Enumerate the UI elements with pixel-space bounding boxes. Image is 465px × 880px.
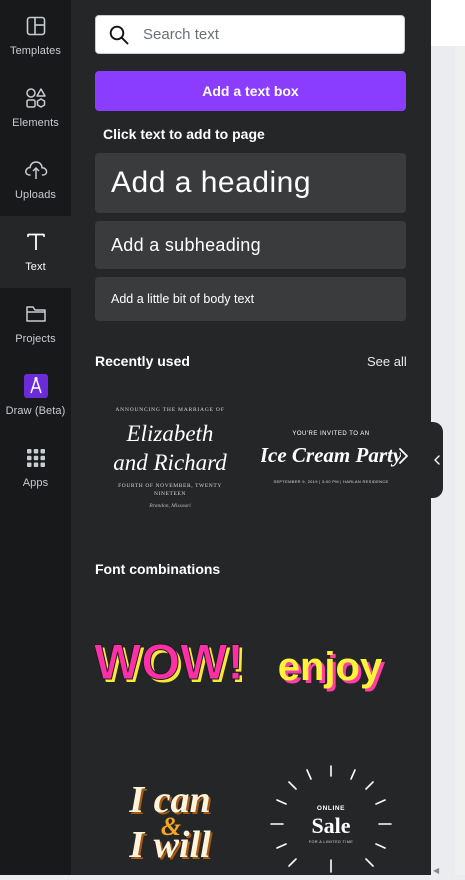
add-text-box-button[interactable]: Add a text box [95,71,406,111]
rail-item-label: Templates [9,45,62,57]
wedding-place: Brandon, Missouri [149,503,191,509]
rail-item-label: Text [25,261,46,273]
canvas-area [431,0,465,46]
draw-icon [23,374,48,398]
wedding-line2: and Richard [113,450,227,475]
search-input[interactable] [141,25,385,44]
wedding-kicker: ANNOUNCING THE MARRIAGE OF [115,407,224,413]
add-body-text-button[interactable]: Add a little bit of body text [95,277,406,321]
wedding-date: FOURTH OF NOVEMBER, TWENTY [118,483,222,489]
recent-template-wedding[interactable]: ANNOUNCING THE MARRIAGE OF Elizabeth and… [95,392,245,522]
apps-icon [24,446,48,470]
rail-item-projects[interactable]: Projects [0,288,71,360]
sale-title: Sale [311,813,350,838]
wow-text: WOW! [95,634,244,690]
search-icon [109,25,129,44]
rail-item-apps[interactable]: Apps [0,432,71,504]
see-all-link[interactable]: See all [367,354,407,369]
enjoy-text: enjoy [278,645,383,689]
recent-template-ice-cream[interactable]: YOU'RE INVITED TO AN Ice Cream Party SEP… [259,392,403,522]
click-text-hint: Click text to add to page [103,126,265,142]
projects-icon [24,302,48,326]
rail-item-text[interactable]: Text [0,216,71,288]
rail-item-label: Projects [15,333,56,345]
text-panel: Add a text box Click text to add to page… [71,0,431,875]
rail-item-templates[interactable]: Templates [0,0,71,72]
rail-item-uploads[interactable]: Uploads [0,144,71,216]
recently-used-title: Recently used [95,353,190,369]
rail-item-label: Elements [12,117,59,129]
scroll-left-icon[interactable]: ◀ [433,866,439,875]
text-icon [24,230,48,254]
sale-kicker: ONLINE [317,805,345,812]
chevron-left-icon [434,455,440,465]
ican-line3: I will [128,824,211,866]
elements-icon [24,86,48,110]
collapse-panel-button[interactable] [431,422,443,498]
party-details: SEPTEMBER 9, 2019 | 3:00 PM | HARLAN RES… [273,479,388,484]
uploads-icon [24,158,48,182]
rail-item-elements[interactable]: Elements [0,72,71,144]
font-combo-wow[interactable]: WOW! WOW! [94,600,247,730]
party-title: Ice Cream Party [261,443,401,467]
rail-item-label: Draw (Beta) [5,405,66,417]
rail-item-label: Uploads [14,189,57,201]
party-kicker: YOU'RE INVITED TO AN [292,431,369,437]
font-combo-i-can[interactable]: I can I can & I will I will [95,762,245,875]
font-combo-enjoy[interactable]: enjoy enjoy [261,600,401,730]
font-combinations-title: Font combinations [95,561,221,577]
templates-icon [24,14,48,38]
sale-sub: FOR A LIMITED TIME [309,840,354,844]
chevron-right-icon[interactable] [393,446,413,466]
font-combo-online-sale[interactable]: ONLINE Sale FOR A LIMITED TIME [261,762,401,875]
rail-item-label: Apps [22,477,49,489]
rail-item-draw[interactable]: Draw (Beta) [0,360,71,432]
wedding-date2: NINETEEN [154,491,186,497]
canvas-scrollbar[interactable] [455,46,465,875]
add-heading-button[interactable]: Add a heading [95,153,406,213]
wedding-line1: Elizabeth [126,421,214,446]
add-subheading-button[interactable]: Add a subheading [95,221,406,269]
side-rail: Templates Elements Uploads Text Projects… [0,0,71,875]
search-field[interactable] [95,15,405,54]
